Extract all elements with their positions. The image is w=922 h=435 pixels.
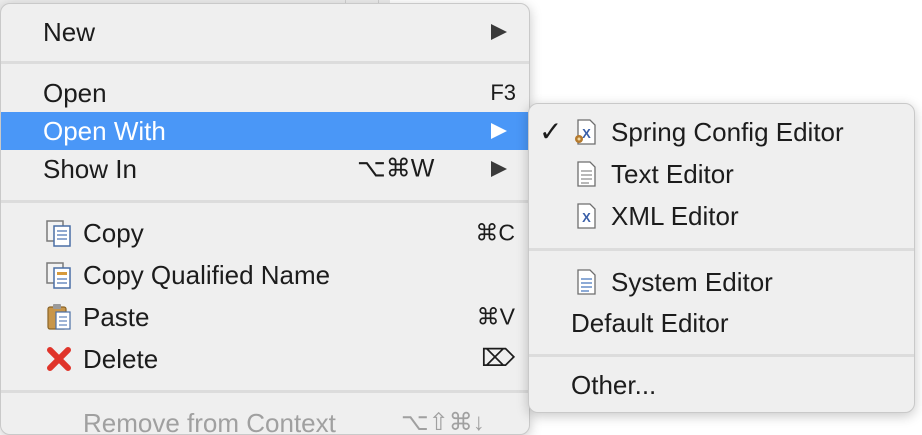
menu-separator bbox=[529, 354, 914, 357]
menu-item-label: Copy Qualified Name bbox=[83, 260, 331, 290]
menu-item-label: New bbox=[43, 17, 96, 47]
submenu-item-xml-editor[interactable]: X XML Editor bbox=[529, 197, 914, 235]
spring-config-file-icon: X bbox=[575, 119, 596, 145]
menu-item-partially-visible[interactable]: Remove from Context ⌥⇧⌘↓ bbox=[1, 404, 529, 435]
text-file-icon bbox=[577, 161, 596, 187]
submenu-arrow-icon bbox=[491, 161, 507, 177]
svg-text:X: X bbox=[582, 126, 591, 141]
copy-qualified-name-icon bbox=[46, 262, 71, 289]
menu-shortcut: ⌥⇧⌘↓ bbox=[401, 409, 485, 435]
menu-item-copy[interactable]: Copy ⌘C bbox=[1, 214, 529, 252]
menu-item-delete[interactable]: Delete ⌦ bbox=[1, 340, 529, 378]
submenu-item-label: System Editor bbox=[611, 267, 773, 297]
menu-separator bbox=[1, 390, 529, 393]
submenu-item-label: Other... bbox=[571, 370, 657, 400]
menu-item-label: Paste bbox=[83, 302, 150, 332]
submenu-item-default-editor[interactable]: Default Editor bbox=[529, 304, 914, 342]
menu-item-label: Show In bbox=[43, 154, 137, 184]
submenu-item-label: Text Editor bbox=[611, 159, 734, 189]
menu-separator bbox=[1, 200, 529, 203]
checkmark-icon: ✓ bbox=[539, 116, 563, 147]
submenu-item-label: Spring Config Editor bbox=[611, 117, 844, 147]
submenu-item-text-editor[interactable]: Text Editor bbox=[529, 155, 914, 193]
submenu-item-system-editor[interactable]: System Editor bbox=[529, 263, 914, 301]
svg-text:X: X bbox=[582, 210, 591, 225]
menu-item-label: Remove from Context bbox=[83, 408, 336, 435]
context-menu: New Open F3 Open With Show In ⌥⌘W Copy ⌘… bbox=[0, 3, 530, 435]
menu-shortcut: F3 bbox=[490, 80, 516, 105]
submenu-item-other[interactable]: Other... bbox=[529, 366, 914, 404]
forward-delete-key-icon: ⌦ bbox=[481, 345, 515, 372]
menu-item-new[interactable]: New bbox=[1, 13, 529, 51]
submenu-arrow-icon bbox=[491, 24, 507, 40]
menu-item-label: Copy bbox=[83, 218, 144, 248]
xml-file-icon: X bbox=[577, 203, 596, 229]
menu-shortcut: ⌥⌘W bbox=[357, 154, 435, 183]
menu-shortcut: ⌘C bbox=[475, 219, 515, 246]
menu-item-paste[interactable]: Paste ⌘V bbox=[1, 298, 529, 336]
menu-item-label: Delete bbox=[83, 344, 159, 374]
submenu-arrow-icon bbox=[491, 123, 507, 139]
menu-item-show-in[interactable]: Show In ⌥⌘W bbox=[1, 150, 529, 188]
paste-icon bbox=[47, 304, 71, 330]
copy-icon bbox=[46, 220, 71, 247]
menu-separator bbox=[1, 61, 529, 64]
menu-item-open[interactable]: Open F3 bbox=[1, 74, 529, 112]
open-with-submenu: ✓ X Spring Config Editor Text Editor X X… bbox=[528, 103, 915, 413]
delete-x-icon bbox=[47, 347, 71, 371]
system-file-icon bbox=[577, 269, 596, 295]
menu-item-label: Open With bbox=[43, 116, 166, 146]
submenu-item-label: Default Editor bbox=[571, 308, 729, 338]
submenu-item-spring-config-editor[interactable]: ✓ X Spring Config Editor bbox=[529, 113, 914, 151]
menu-item-copy-qualified-name[interactable]: Copy Qualified Name bbox=[1, 256, 529, 294]
menu-item-open-with[interactable]: Open With bbox=[1, 112, 529, 150]
submenu-item-label: XML Editor bbox=[611, 201, 739, 231]
menu-shortcut: ⌘V bbox=[476, 303, 515, 330]
menu-separator bbox=[529, 248, 914, 251]
menu-item-label: Open bbox=[43, 78, 107, 108]
